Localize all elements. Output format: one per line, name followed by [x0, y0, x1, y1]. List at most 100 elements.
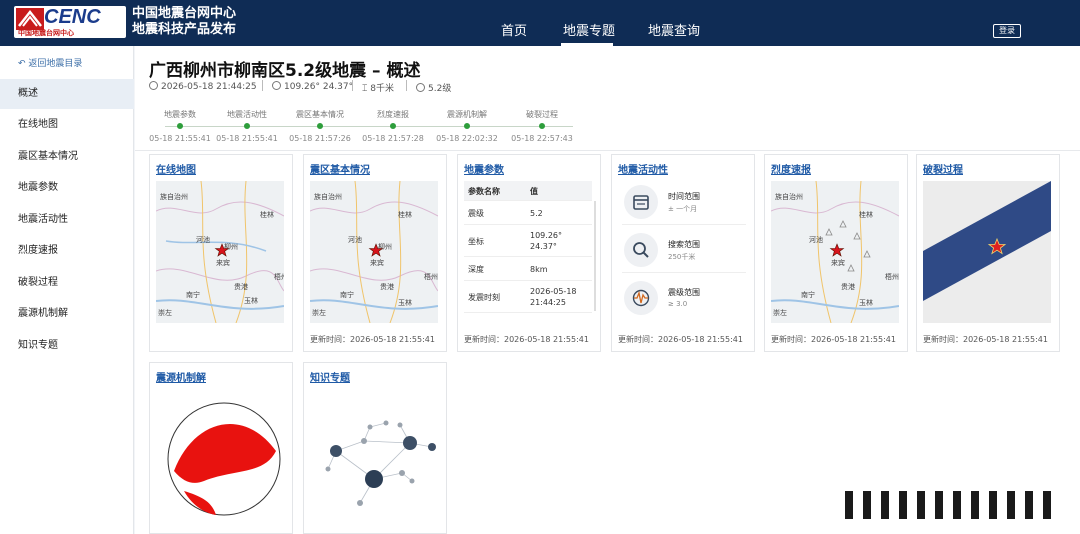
- sidebar-item-online-map[interactable]: 在线地图: [0, 110, 134, 140]
- table-header-value: 值: [530, 187, 538, 196]
- map-label: 贵港: [841, 282, 855, 291]
- timeline-time: 05-18 21:55:41: [149, 134, 211, 143]
- map-label: 南宁: [340, 290, 354, 299]
- card-updated-time: 更新时间：2026-05-18 21:55:41: [618, 335, 743, 344]
- beachball-diagram[interactable]: [164, 399, 284, 519]
- graph-node[interactable]: [397, 422, 403, 428]
- card-title-focal-mechanism[interactable]: 震源机制解: [156, 369, 206, 384]
- card-title-zone-info[interactable]: 震区基本情况: [310, 161, 370, 176]
- sidebar-item-focal-mechanism[interactable]: 震源机制解: [0, 299, 134, 329]
- card-title-parameters[interactable]: 地震参数: [464, 161, 504, 176]
- card-title-activity[interactable]: 地震活动性: [618, 161, 668, 176]
- card-parameters[interactable]: 地震参数 参数名称 值 震级 5.2 坐标 109.26° 24.37° 深度 …: [457, 154, 601, 352]
- card-activity[interactable]: 地震活动性 时间范围 ± 一个月 搜索范围 250千米 震级范围 ≥ 3.0 更…: [611, 154, 755, 352]
- map-label: 族自治州: [314, 192, 342, 201]
- graph-node[interactable]: [325, 466, 331, 472]
- timeline-dot: [390, 123, 396, 129]
- site-title: 中国地震台网中心 地震科技产品发布: [132, 6, 236, 38]
- timeline-dot: [244, 123, 250, 129]
- online-map-thumbnail[interactable]: 族自治州 桂林 河池 柳州 来宾 南宁 贵港 梧州 玉林 崇左: [156, 181, 284, 323]
- card-rupture[interactable]: 破裂过程 更新时间：2026-05-18 21:55:41: [916, 154, 1060, 352]
- graph-node[interactable]: [383, 420, 389, 426]
- param-value: 2026-05-18 21:44:25: [530, 287, 577, 307]
- map-label: 玉林: [859, 298, 873, 307]
- timeline-dot: [317, 123, 323, 129]
- map-label: 桂林: [260, 210, 274, 219]
- timeline-dot: [464, 123, 470, 129]
- sidebar-item-knowledge[interactable]: 知识专题: [0, 331, 134, 361]
- map-label: 来宾: [831, 258, 845, 267]
- back-link-label: 返回地震目录: [28, 59, 83, 69]
- meta-separator: [406, 80, 407, 91]
- map-label: 贵港: [234, 282, 248, 291]
- back-to-catalog-link[interactable]: ↶ 返回地震目录: [18, 56, 82, 69]
- intensity-map-thumbnail[interactable]: 族自治州 桂林 河池 来宾 南宁 贵港 梧州 玉林 崇左: [771, 181, 899, 323]
- timeline-time: 05-18 21:57:26: [289, 134, 351, 143]
- map-label: 玉林: [244, 296, 258, 305]
- timeline-label: 破裂过程: [526, 110, 558, 119]
- graph-node[interactable]: [403, 436, 417, 450]
- meta-separator: [352, 80, 353, 91]
- graph-node[interactable]: [357, 500, 363, 506]
- card-knowledge[interactable]: 知识专题: [303, 362, 447, 534]
- zone-info-map-thumbnail[interactable]: 族自治州 桂林 河池 柳州 来宾 南宁 贵港 梧州 玉林 崇左: [310, 181, 438, 323]
- event-magnitude: 5.2级: [416, 81, 451, 94]
- map-label: 梧州: [885, 272, 899, 281]
- graph-node[interactable]: [361, 438, 367, 444]
- table-row: 深度 8km: [464, 257, 592, 281]
- card-title-intensity[interactable]: 烈度速报: [771, 161, 811, 176]
- map-label: 崇左: [158, 308, 172, 317]
- graph-node[interactable]: [367, 424, 373, 430]
- map-label: 来宾: [370, 258, 384, 267]
- activity-item-time-range: 时间范围 ± 一个月: [622, 181, 746, 225]
- card-title-knowledge[interactable]: 知识专题: [310, 369, 350, 384]
- sidebar-item-rupture[interactable]: 破裂过程: [0, 268, 134, 298]
- activity-value: ≥ 3.0: [668, 300, 688, 308]
- globe-icon: [272, 81, 281, 90]
- event-time: 2026-05-18 21:44:25: [149, 81, 257, 92]
- sidebar-item-overview[interactable]: 概述: [0, 79, 134, 109]
- top-header-bar: CENC 中国地震台网中心 中国地震台网中心 地震科技产品发布 首页 地震专题 …: [0, 0, 1080, 46]
- nav-home[interactable]: 首页: [501, 20, 527, 39]
- main-content: 广西柳州市柳南区5.2级地震 – 概述 2026-05-18 21:44:25 …: [135, 46, 1080, 534]
- card-online-map[interactable]: 在线地图 族自治州 桂林 河池 柳州 来宾 南宁 贵港 梧州 玉林 崇左: [149, 154, 293, 352]
- nav-earthquake-topics[interactable]: 地震专题: [563, 20, 615, 39]
- login-button[interactable]: 登录: [993, 24, 1021, 38]
- param-value: 5.2: [530, 209, 543, 218]
- sidebar-item-intensity[interactable]: 烈度速报: [0, 236, 134, 266]
- table-header-key: 参数名称: [468, 187, 500, 196]
- table-row: 震级 5.2: [464, 201, 592, 225]
- card-title-online-map[interactable]: 在线地图: [156, 161, 196, 176]
- knowledge-graph-diagram[interactable]: [314, 403, 438, 513]
- card-intensity[interactable]: 烈度速报 族自治州 桂林 河池 来宾 南宁 贵港 梧州 玉林 崇左 更新时间：2…: [764, 154, 908, 352]
- map-label: 崇左: [312, 308, 326, 317]
- seismic-wave-icon: [624, 281, 658, 315]
- timeline-label: 震源机制解: [447, 110, 487, 119]
- activity-item-magnitude-range: 震级范围 ≥ 3.0: [622, 277, 746, 321]
- param-key: 发震时刻: [468, 293, 500, 302]
- card-zone-info[interactable]: 震区基本情况 族自治州 桂林 河池 柳州 来宾 南宁 贵港 梧州 玉林 崇左 更…: [303, 154, 447, 352]
- rupture-process-thumbnail[interactable]: [923, 181, 1051, 323]
- page-title: 广西柳州市柳南区5.2级地震 – 概述: [149, 61, 421, 81]
- calendar-icon: [624, 185, 658, 219]
- timeline-time: 05-18 21:55:41: [216, 134, 278, 143]
- graph-node[interactable]: [330, 445, 342, 457]
- map-label: 贵港: [380, 282, 394, 291]
- cenc-logo[interactable]: CENC 中国地震台网中心: [14, 6, 126, 38]
- activity-value: 250千米: [668, 253, 696, 261]
- card-title-rupture[interactable]: 破裂过程: [923, 161, 963, 176]
- graph-node[interactable]: [428, 443, 436, 451]
- table-scrollbar[interactable]: [594, 201, 596, 311]
- card-focal-mechanism[interactable]: 震源机制解: [149, 362, 293, 534]
- sidebar-item-zone-info[interactable]: 震区基本情况: [0, 142, 134, 172]
- section-divider: [135, 150, 1080, 151]
- map-label: 来宾: [216, 258, 230, 267]
- graph-node[interactable]: [365, 470, 383, 488]
- graph-node[interactable]: [399, 470, 405, 476]
- sidebar-item-activity[interactable]: 地震活动性: [0, 205, 134, 235]
- param-key: 深度: [468, 265, 484, 274]
- nav-earthquake-search[interactable]: 地震查询: [648, 20, 700, 39]
- sidebar-item-parameters[interactable]: 地震参数: [0, 173, 134, 203]
- graph-node[interactable]: [409, 478, 415, 484]
- back-arrow-icon: ↶: [18, 59, 26, 69]
